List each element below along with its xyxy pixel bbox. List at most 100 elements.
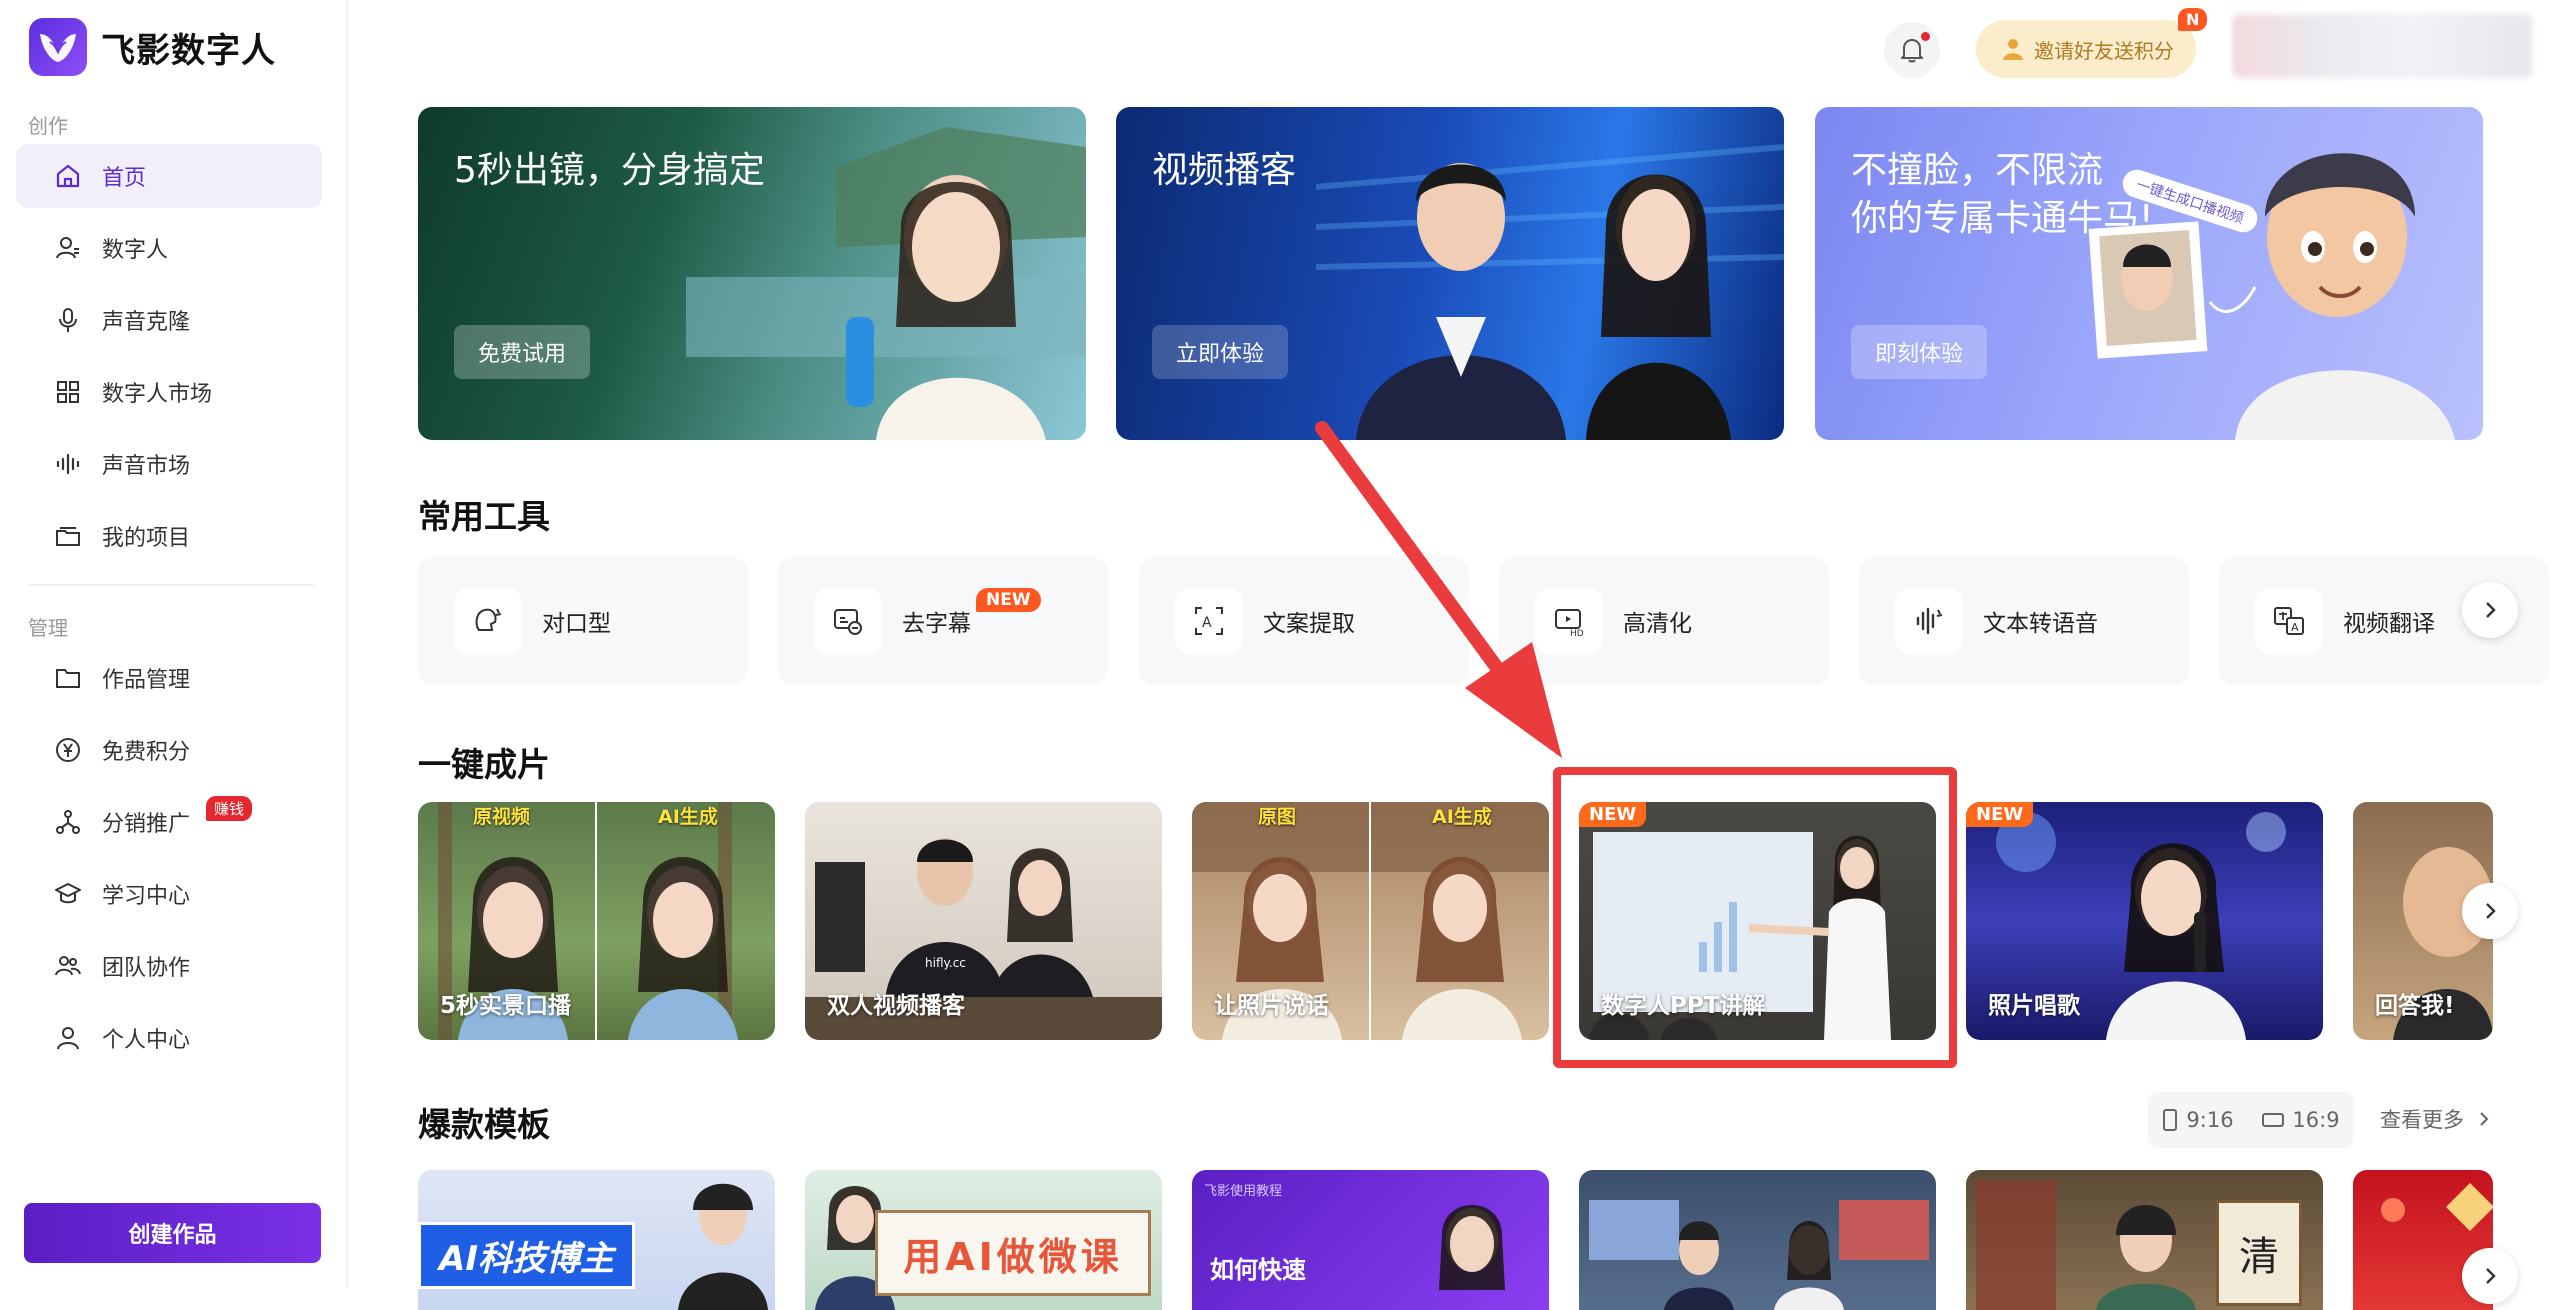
sidebar-item-free-points[interactable]: 免费积分 [16,718,322,782]
bell-icon [1901,39,1923,63]
section-title-tools: 常用工具 [418,497,550,536]
tool-label: 对口型 [542,611,611,637]
graduation-cap-icon [54,880,82,908]
oneclick-next-button[interactable] [2462,883,2518,939]
screen-landscape-icon [2262,1113,2285,1127]
earn-badge: 赚钱 [206,796,253,821]
card-photo-talk[interactable]: 原图 AI生成 让照片说话 [1192,802,1549,1040]
sidebar-item-digital-human[interactable]: 数字人 [16,216,322,280]
template-thumbnail [678,1183,768,1310]
tool-new-badge: NEW [976,588,1041,612]
ratio-portrait-label: 9:16 [2186,1108,2234,1132]
sidebar-item-label: 团队协作 [102,956,191,981]
template-card[interactable]: 用AI做微课 [805,1170,1162,1310]
sidebar-divider [28,584,314,586]
template-card[interactable]: 飞影使用教程 如何快速 [1192,1170,1549,1310]
folder-stack-icon [54,522,82,550]
ratio-portrait-option[interactable]: 9:16 [2162,1108,2234,1132]
translate-icon: A [2255,587,2323,655]
notification-dot [1921,32,1930,41]
banner-title: 5秒出镜，分身搞定 [454,150,765,191]
logo-icon [29,18,87,76]
card-tag: 原图 [1258,806,1297,828]
card-label: 回答我! [2375,993,2455,1019]
invite-new-badge: N [2178,8,2208,31]
banner-video-podcast[interactable]: 视频播客 立即体验 [1116,107,1784,440]
sidebar-item-label: 数字人市场 [102,382,213,407]
notification-button[interactable] [1884,22,1940,78]
banner-title: 视频播客 [1152,150,1297,191]
see-more-link[interactable]: 查看更多 [2380,1104,2491,1134]
user-info-blurred[interactable] [2232,14,2532,78]
template-card[interactable] [1579,1170,1936,1310]
ratio-landscape-label: 16:9 [2292,1108,2340,1132]
section-title-templates: 爆款模板 [418,1105,550,1144]
lip-sync-icon [454,587,522,655]
text-extract-icon: A [1175,587,1243,655]
sidebar-item-team[interactable]: 团队协作 [16,934,322,998]
sidebar-item-learning[interactable]: 学习中心 [16,862,322,926]
card-label: 双人视频播客 [827,993,965,1019]
create-work-button[interactable]: 创建作品 [24,1203,321,1263]
tool-remove-subtitle[interactable]: 去字幕 [778,557,1108,685]
user-icon [54,1024,82,1052]
template-card[interactable]: 清 [1966,1170,2323,1310]
card-tag: AI生成 [658,806,718,828]
banner-5s-avatar[interactable]: 5秒出镜，分身搞定 免费试用 [418,107,1086,440]
sidebar-item-label: 分销推广 [102,812,191,837]
home-icon [54,162,82,190]
sidebar-item-label: 作品管理 [102,668,191,693]
sidebar-item-digital-human-market[interactable]: 数字人市场 [16,360,322,424]
banner-title: 不撞脸，不限流 你的专属卡通牛马! [1851,150,2154,239]
red-highlight-box [1553,767,1957,1068]
chevron-right-icon [2486,903,2496,919]
card-dual-podcast[interactable]: hifly.cc 双人视频播客 [805,802,1162,1040]
tool-lip-sync[interactable]: 对口型 [418,557,748,685]
svg-text:A: A [1202,615,1212,631]
sidebar-item-label: 首页 [102,166,147,191]
digital-human-icon [54,234,82,262]
banner-cartoon-avatar[interactable]: 一键生成口播视频 不撞脸，不限流 你的专属卡通牛马! 即刻体验 [1815,107,2483,440]
experience-now-button[interactable]: 即刻体验 [1851,325,1988,379]
templates-next-button[interactable] [2462,1248,2518,1304]
sidebar-item-my-projects[interactable]: 我的项目 [16,504,322,568]
tools-next-button[interactable] [2462,582,2518,638]
tool-label: 高清化 [1623,611,1692,637]
template-text: 清 [2216,1200,2302,1306]
free-trial-button[interactable]: 免费试用 [454,325,591,379]
card-photo-sing[interactable]: NEW 照片唱歌 [1966,802,2323,1040]
sidebar-item-profile[interactable]: 个人中心 [16,1006,322,1070]
sidebar-item-distribution[interactable]: 分销推广 赚钱 [16,790,322,854]
share-network-icon [54,808,82,836]
team-icon [54,952,82,980]
sidebar-item-label: 声音克隆 [102,310,191,335]
invite-user-icon [2003,39,2023,60]
invite-label: 邀请好友送积分 [2034,38,2174,63]
sidebar-item-home[interactable]: 首页 [16,144,322,208]
section-label-manage: 管理 [28,616,68,640]
section-title-oneclick: 一键成片 [418,745,550,784]
shirt-text: hifly.cc [925,956,966,970]
sidebar-item-voice-clone[interactable]: 声音克隆 [16,288,322,352]
invite-friends-button[interactable]: 邀请好友送积分 [1976,20,2196,78]
ratio-landscape-option[interactable]: 16:9 [2262,1108,2340,1132]
sidebar-item-voice-market[interactable]: 声音市场 [16,432,322,496]
chevron-right-icon [2486,1268,2496,1284]
remove-subtitle-icon [814,587,882,655]
tts-icon [1895,587,1963,655]
sidebar-item-works[interactable]: 作品管理 [16,646,322,710]
grid-icon [54,378,82,406]
try-now-button[interactable]: 立即体验 [1152,325,1289,379]
tool-label: 文本转语音 [1983,611,2098,637]
tool-label: 去字幕 [902,611,971,637]
card-label: 让照片说话 [1214,993,1329,1019]
card-5s-live[interactable]: 原视频 AI生成 5秒实景口播 [418,802,775,1040]
app-logo[interactable]: 飞影数字人 [29,18,276,76]
banner-hosts-illustration [1316,144,1784,440]
waveform-icon [54,450,82,478]
tool-tts[interactable]: 文本转语音 [1859,557,2189,685]
template-card[interactable]: AI科技博主 [418,1170,775,1310]
template-subtext: 飞影使用教程 [1204,1184,1283,1199]
card-tag: AI生成 [1432,806,1492,828]
card-label: 照片唱歌 [1988,993,2080,1019]
